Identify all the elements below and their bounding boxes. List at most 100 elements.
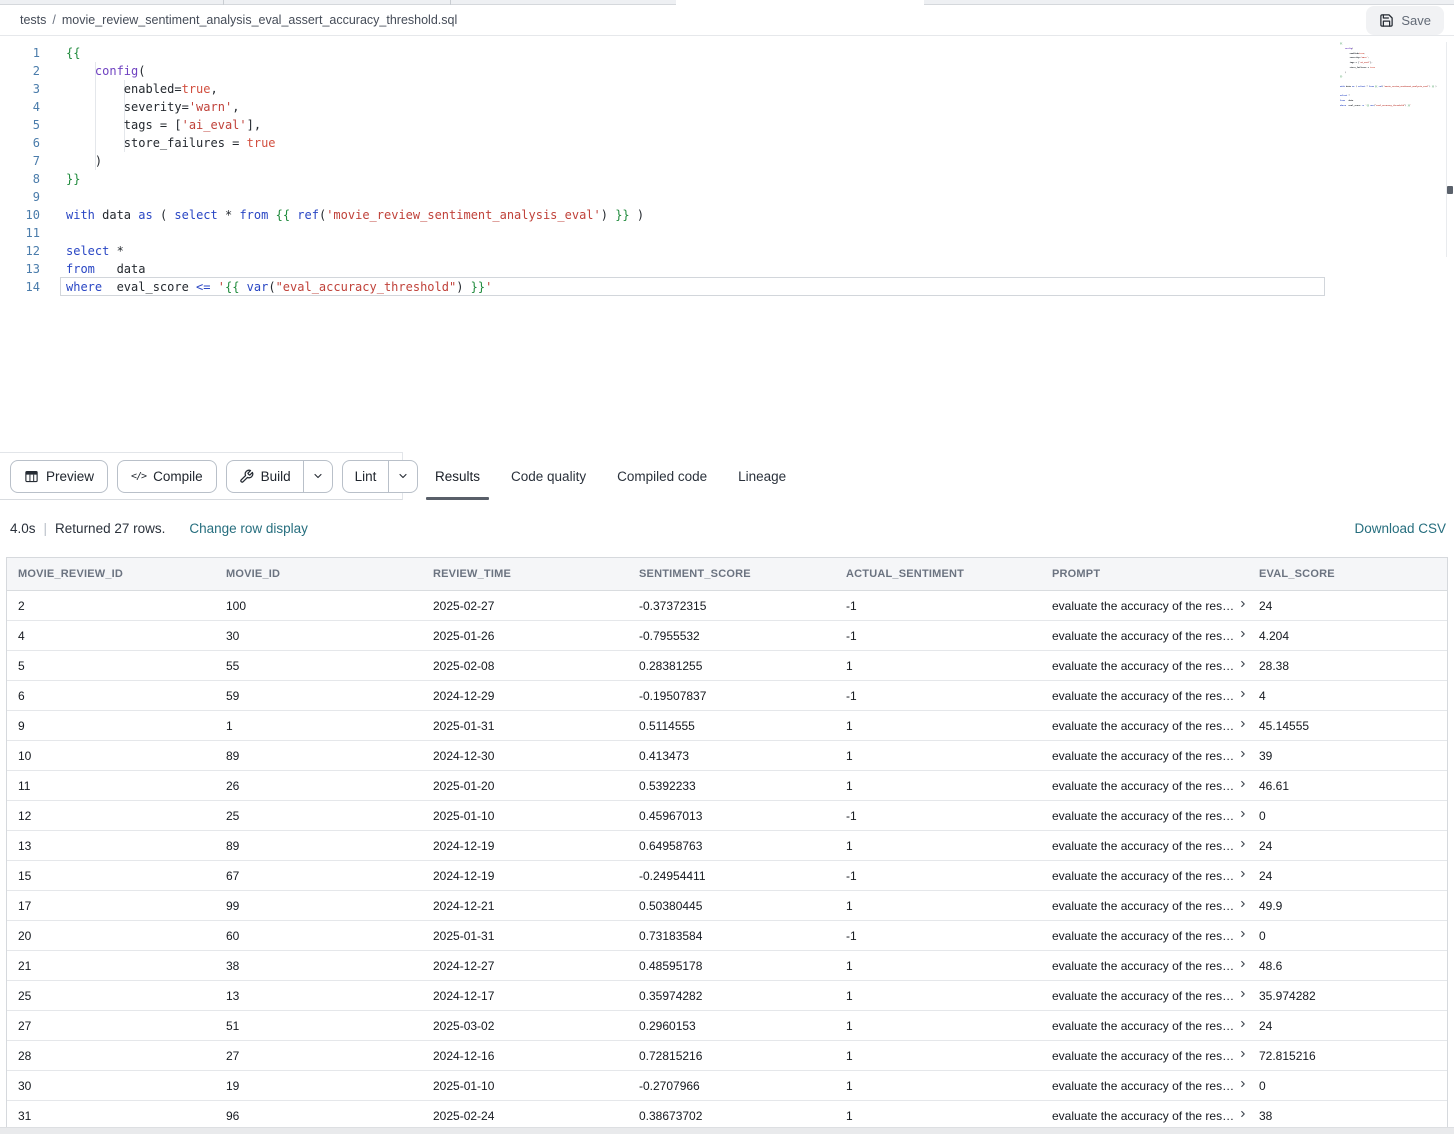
table-cell: 19 bbox=[215, 1079, 422, 1093]
prompt-preview: evaluate the accuracy of the res… bbox=[1052, 989, 1234, 1003]
expand-cell-icon[interactable] bbox=[1238, 599, 1248, 609]
table-cell: 60 bbox=[215, 929, 422, 943]
table-row: 17992024-12-210.503804451evaluate the ac… bbox=[7, 891, 1447, 921]
table-cell: 25 bbox=[215, 809, 422, 823]
prompt-cell: evaluate the accuracy of the res… bbox=[1041, 689, 1248, 703]
table-cell: 49.9 bbox=[1248, 899, 1447, 913]
expand-cell-icon[interactable] bbox=[1238, 779, 1248, 789]
expand-cell-icon[interactable] bbox=[1238, 689, 1248, 699]
file-tabs-strip bbox=[0, 0, 1454, 5]
horizontal-scrollbar[interactable] bbox=[0, 1127, 1454, 1134]
status-bar: 4.0s | Returned 27 rows. Change row disp… bbox=[0, 500, 1454, 557]
prompt-preview: evaluate the accuracy of the res… bbox=[1052, 689, 1234, 703]
table-cell: 1 bbox=[835, 779, 1041, 793]
line-number: 8 bbox=[0, 170, 40, 188]
table-cell: 1 bbox=[835, 1079, 1041, 1093]
expand-cell-icon[interactable] bbox=[1238, 749, 1248, 759]
prompt-preview: evaluate the accuracy of the res… bbox=[1052, 719, 1234, 733]
build-button[interactable]: Build bbox=[227, 461, 303, 492]
file-header-bar: tests/movie_review_sentiment_analysis_ev… bbox=[0, 5, 1454, 36]
expand-cell-icon[interactable] bbox=[1238, 899, 1248, 909]
toolbar: Preview </> Compile Build bbox=[0, 452, 1454, 500]
expand-cell-icon[interactable] bbox=[1238, 839, 1248, 849]
prompt-preview: evaluate the accuracy of the res… bbox=[1052, 869, 1234, 883]
expand-cell-icon[interactable] bbox=[1238, 629, 1248, 639]
prompt-preview: evaluate the accuracy of the res… bbox=[1052, 1019, 1234, 1033]
expand-cell-icon[interactable] bbox=[1238, 929, 1248, 939]
tab-compiled-code[interactable]: Compiled code bbox=[617, 452, 707, 500]
table-cell: 2025-02-27 bbox=[422, 599, 628, 613]
save-button[interactable]: Save bbox=[1366, 6, 1444, 35]
table-cell: 0.28381255 bbox=[628, 659, 835, 673]
lint-button[interactable]: Lint bbox=[343, 461, 389, 492]
expand-cell-icon[interactable] bbox=[1238, 1019, 1248, 1029]
prompt-cell: evaluate the accuracy of the res… bbox=[1041, 869, 1248, 883]
prompt-preview: evaluate the accuracy of the res… bbox=[1052, 839, 1234, 853]
table-cell: 2024-12-21 bbox=[422, 899, 628, 913]
code-editor[interactable]: 1{{2 config(3 enabled=true,4 severity='w… bbox=[0, 36, 1454, 452]
table-cell: 0.2960153 bbox=[628, 1019, 835, 1033]
prompt-cell: evaluate the accuracy of the res… bbox=[1041, 629, 1248, 643]
table-cell: 2025-01-20 bbox=[422, 779, 628, 793]
table-cell: 1 bbox=[835, 959, 1041, 973]
expand-cell-icon[interactable] bbox=[1238, 1049, 1248, 1059]
table-cell: 1 bbox=[835, 719, 1041, 733]
column-header: SENTIMENT_SCORE bbox=[628, 568, 835, 580]
tab-code-quality[interactable]: Code quality bbox=[511, 452, 586, 500]
download-csv-link[interactable]: Download CSV bbox=[1354, 521, 1446, 536]
expand-cell-icon[interactable] bbox=[1238, 809, 1248, 819]
column-header: EVAL_SCORE bbox=[1248, 568, 1447, 580]
table-cell: 72.815216 bbox=[1248, 1049, 1447, 1063]
table-cell: 17 bbox=[7, 899, 215, 913]
table-row: 11262025-01-200.53922331evaluate the acc… bbox=[7, 771, 1447, 801]
breadcrumb: tests/movie_review_sentiment_analysis_ev… bbox=[20, 13, 457, 27]
table-cell: 12 bbox=[7, 809, 215, 823]
compile-button[interactable]: </> Compile bbox=[117, 460, 217, 493]
line-number: 6 bbox=[0, 134, 40, 152]
change-row-display-link[interactable]: Change row display bbox=[189, 521, 308, 536]
prompt-cell: evaluate the accuracy of the res… bbox=[1041, 719, 1248, 733]
table-row: 15672024-12-19-0.24954411-1evaluate the … bbox=[7, 861, 1447, 891]
scrollbar-thumb[interactable] bbox=[1447, 186, 1453, 194]
build-dropdown-button[interactable] bbox=[303, 461, 332, 492]
results-table: MOVIE_REVIEW_IDMOVIE_IDREVIEW_TIMESENTIM… bbox=[6, 557, 1448, 1132]
tab-results[interactable]: Results bbox=[435, 452, 480, 500]
prompt-cell: evaluate the accuracy of the res… bbox=[1041, 809, 1248, 823]
code-line: 2 config( bbox=[0, 62, 644, 80]
line-number: 5 bbox=[0, 116, 40, 134]
line-number: 14 bbox=[0, 278, 40, 296]
expand-cell-icon[interactable] bbox=[1238, 989, 1248, 999]
table-cell: 0 bbox=[1248, 1079, 1447, 1093]
table-cell: 2025-01-31 bbox=[422, 719, 628, 733]
table-cell: 1 bbox=[835, 899, 1041, 913]
expand-cell-icon[interactable] bbox=[1238, 1079, 1248, 1089]
inactive-tab-edge[interactable] bbox=[924, 0, 1454, 5]
table-cell: 24 bbox=[1248, 839, 1447, 853]
table-cell: 0.38673702 bbox=[628, 1109, 835, 1123]
expand-cell-icon[interactable] bbox=[1238, 719, 1248, 729]
expand-cell-icon[interactable] bbox=[1238, 659, 1248, 669]
inactive-tab-edge[interactable] bbox=[0, 0, 676, 5]
expand-cell-icon[interactable] bbox=[1238, 869, 1248, 879]
prompt-preview: evaluate the accuracy of the res… bbox=[1052, 929, 1234, 943]
minimap[interactable]: {{ config( enabled=true, severity='warn'… bbox=[1340, 42, 1440, 122]
table-cell: 28 bbox=[7, 1049, 215, 1063]
expand-cell-icon[interactable] bbox=[1238, 1109, 1248, 1119]
table-cell: -0.19507837 bbox=[628, 689, 835, 703]
table-row: 10892024-12-300.4134731evaluate the accu… bbox=[7, 741, 1447, 771]
prompt-cell: evaluate the accuracy of the res… bbox=[1041, 599, 1248, 613]
table-cell: 21 bbox=[7, 959, 215, 973]
line-number: 11 bbox=[0, 224, 40, 242]
preview-button[interactable]: Preview bbox=[10, 460, 108, 493]
prompt-preview: evaluate the accuracy of the res… bbox=[1052, 809, 1234, 823]
expand-cell-icon[interactable] bbox=[1238, 959, 1248, 969]
results-rows: 21002025-02-27-0.37372315-1evaluate the … bbox=[7, 591, 1447, 1131]
tab-lineage[interactable]: Lineage bbox=[738, 452, 786, 500]
prompt-preview: evaluate the accuracy of the res… bbox=[1052, 1049, 1234, 1063]
table-cell: 15 bbox=[7, 869, 215, 883]
tab-divider bbox=[223, 0, 224, 5]
column-header: REVIEW_TIME bbox=[422, 568, 628, 580]
table-cell: 24 bbox=[1248, 1019, 1447, 1033]
table-cell: 1 bbox=[835, 989, 1041, 1003]
prompt-cell: evaluate the accuracy of the res… bbox=[1041, 1109, 1248, 1123]
